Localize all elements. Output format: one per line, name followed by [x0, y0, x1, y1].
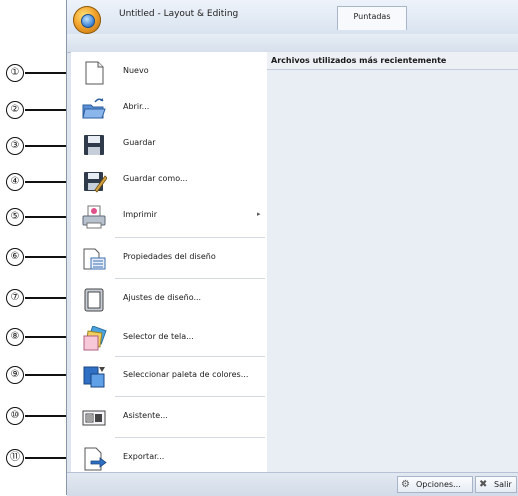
- menu-item-label: Nuevo: [123, 66, 149, 75]
- fabric-selector-icon: [83, 326, 107, 351]
- callout-1: ①: [6, 64, 91, 84]
- wizard-icon: [82, 410, 106, 426]
- callout-number: ①: [6, 64, 24, 82]
- options-button-label: Opciones...: [416, 480, 461, 489]
- recent-files-panel: Archivos utilizados más recientemente: [267, 52, 518, 472]
- menu-item-asistente[interactable]: Asistente...: [71, 399, 267, 435]
- menu-item-exportar[interactable]: Exportar...: [71, 440, 267, 476]
- menu-separator: [115, 237, 265, 238]
- callout-11: ⑪: [6, 449, 91, 469]
- window-title: Untitled - Layout & Editing: [119, 9, 239, 19]
- menu-item-propiedades[interactable]: Propiedades del diseño: [71, 240, 267, 276]
- menu-bottom-bar: ⚙ Opciones... ✖ Salir: [67, 472, 518, 496]
- menu-item-label: Seleccionar paleta de colores...: [123, 370, 249, 379]
- menu-item-label: Selector de tela...: [123, 332, 194, 341]
- open-folder-icon: [82, 98, 106, 119]
- menu-separator: [115, 278, 265, 279]
- application-window: Untitled - Layout & Editing Puntadas Nue…: [66, 0, 518, 496]
- callout-number: ⑥: [6, 248, 24, 266]
- menu-item-paleta-colores[interactable]: Seleccionar paleta de colores...: [71, 358, 267, 394]
- menu-item-abrir[interactable]: Abrir...: [71, 90, 267, 126]
- design-settings-icon: [84, 288, 104, 312]
- callout-number: ④: [6, 173, 24, 191]
- ribbon-strip: [67, 34, 518, 53]
- menu-item-guardar-como[interactable]: Guardar como...: [71, 162, 267, 198]
- callout-5: ⑤: [6, 208, 91, 228]
- callout-number: ⑪: [6, 449, 24, 467]
- callout-3: ③: [6, 137, 91, 157]
- callout-number: ③: [6, 137, 24, 155]
- menu-item-selector-tela[interactable]: Selector de tela...: [71, 320, 267, 356]
- callout-8: ⑧: [6, 328, 91, 348]
- save-disk-icon: [84, 135, 104, 155]
- exit-button[interactable]: ✖ Salir: [475, 476, 517, 493]
- callout-number: ⑩: [6, 407, 24, 425]
- menu-separator: [115, 437, 265, 438]
- callout-number: ⑦: [6, 289, 24, 307]
- tab-puntadas[interactable]: Puntadas: [337, 6, 407, 30]
- new-document-icon: [85, 61, 104, 85]
- callout-2: ②: [6, 101, 91, 121]
- design-properties-icon: [83, 248, 106, 270]
- menu-item-imprimir[interactable]: Imprimir ▸: [71, 198, 267, 234]
- menu-item-label: Asistente...: [123, 411, 168, 420]
- export-icon: [84, 447, 107, 471]
- recent-files-header: Archivos utilizados más recientemente: [267, 52, 518, 70]
- menu-separator: [115, 356, 265, 357]
- callout-number: ②: [6, 101, 24, 119]
- menu-item-label: Abrir...: [123, 102, 150, 111]
- title-bar: Untitled - Layout & Editing Puntadas: [67, 0, 518, 35]
- callout-number: ⑨: [6, 366, 24, 384]
- menu-item-guardar[interactable]: Guardar: [71, 126, 267, 162]
- menu-item-label: Exportar...: [123, 452, 165, 461]
- menu-item-label: Ajustes de diseño...: [123, 293, 202, 302]
- orb-icon: [81, 14, 95, 28]
- close-icon: ✖: [479, 479, 488, 490]
- menu-item-label: Guardar: [123, 138, 156, 147]
- callout-9: ⑨: [6, 366, 91, 386]
- callout-4: ④: [6, 173, 91, 193]
- menu-item-label: Propiedades del diseño: [123, 252, 216, 261]
- callout-number: ⑧: [6, 328, 24, 346]
- menu-separator: [115, 396, 265, 397]
- menu-item-ajustes[interactable]: Ajustes de diseño...: [71, 281, 267, 317]
- printer-icon: [82, 205, 106, 229]
- menu-item-label: Guardar como...: [123, 174, 188, 183]
- application-menu-button[interactable]: [73, 6, 101, 34]
- menu-item-nuevo[interactable]: Nuevo: [71, 54, 267, 90]
- save-as-icon: [84, 172, 107, 193]
- callout-10: ⑩: [6, 407, 91, 427]
- submenu-arrow-icon: ▸: [257, 210, 261, 218]
- options-button[interactable]: ⚙ Opciones...: [397, 476, 473, 493]
- callout-number: ⑤: [6, 208, 24, 226]
- gear-icon: ⚙: [401, 479, 410, 490]
- callout-7: ⑦: [6, 289, 91, 309]
- application-menu: Nuevo Abrir... Guardar Guardar como... I…: [71, 52, 268, 472]
- exit-button-label: Salir: [494, 480, 512, 489]
- color-palette-icon: [83, 366, 105, 388]
- menu-item-label: Imprimir: [123, 210, 158, 219]
- callout-6: ⑥: [6, 248, 91, 268]
